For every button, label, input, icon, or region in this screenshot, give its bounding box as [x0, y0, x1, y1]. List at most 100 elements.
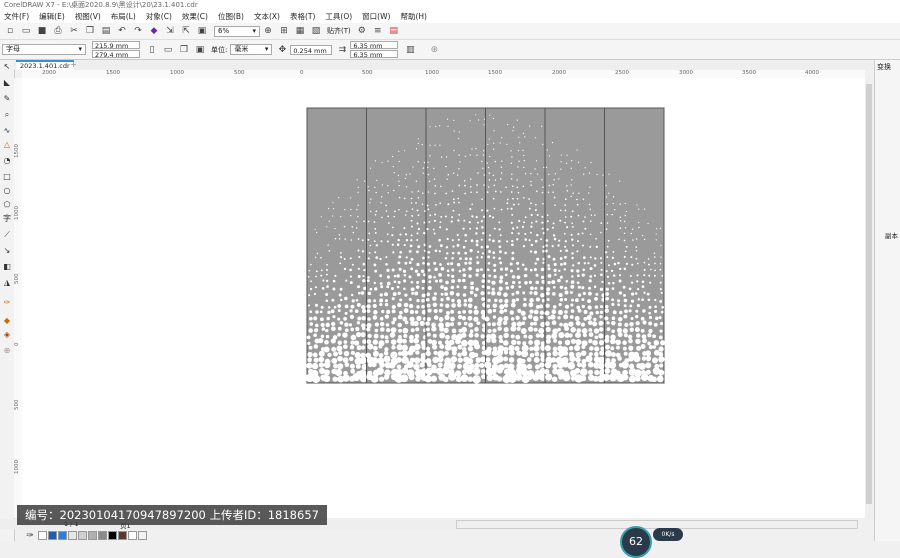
- menu-view[interactable]: 视图(V): [75, 11, 101, 22]
- copy-icon[interactable]: ❐: [84, 25, 96, 37]
- color-swatch[interactable]: [118, 531, 127, 540]
- menu-edit[interactable]: 编辑(E): [39, 11, 65, 22]
- cut-icon[interactable]: ✂: [68, 25, 80, 37]
- app-launcher-icon[interactable]: ≡: [372, 25, 384, 37]
- crop-tool-icon[interactable]: ✎: [2, 94, 12, 104]
- ruler-tick: 0: [300, 70, 304, 76]
- menu-table[interactable]: 表格(T): [290, 11, 315, 22]
- rectangle-tool-icon[interactable]: □: [2, 172, 12, 182]
- units-select[interactable]: 毫米 ▾: [230, 44, 273, 55]
- smart-fill-icon[interactable]: ◔: [2, 156, 12, 166]
- no-color-swatch[interactable]: [38, 531, 47, 540]
- shape-tool-icon[interactable]: ◣: [2, 78, 12, 88]
- ruler-tick: 500: [14, 273, 20, 285]
- show-grid-icon[interactable]: ▦: [294, 25, 306, 37]
- options-icon[interactable]: ⚙: [356, 25, 368, 37]
- color-swatch[interactable]: [48, 531, 57, 540]
- snap-to-menu[interactable]: 贴齐(T): [327, 26, 351, 36]
- menu-help[interactable]: 帮助(H): [400, 11, 427, 22]
- polygon-tool-icon[interactable]: ⬠: [2, 200, 12, 210]
- menu-effects[interactable]: 效果(C): [182, 11, 208, 22]
- save-icon[interactable]: ■: [36, 25, 48, 37]
- units-label: 单位:: [211, 45, 228, 54]
- landscape-icon[interactable]: ▭: [162, 44, 174, 56]
- paste-icon[interactable]: ▤: [100, 25, 112, 37]
- color-swatch[interactable]: [88, 531, 97, 540]
- guidelines-icon[interactable]: ▧: [310, 25, 322, 37]
- duplicate-distance-icon: ⇉: [338, 44, 347, 55]
- zoom-tool-icon[interactable]: ⌕: [2, 110, 12, 120]
- undo-icon[interactable]: ↶: [116, 25, 128, 37]
- drawing-canvas[interactable]: [22, 78, 865, 518]
- property-bar: 字母 ▾ 215.9 mm 279.4 mm ▯ ▭ ❐ ▣ 单位: 毫米 ▾ ✥ …: [0, 40, 900, 60]
- color-swatch[interactable]: [138, 531, 147, 540]
- text-tool-icon[interactable]: 字: [2, 214, 12, 224]
- ellipse-tool-icon[interactable]: ○: [2, 186, 12, 196]
- freehand-tool-icon[interactable]: ∿: [2, 126, 12, 136]
- design-artwork[interactable]: [22, 78, 865, 518]
- ruler-tick: 2000: [552, 70, 566, 76]
- menu-bitmaps[interactable]: 位图(B): [218, 11, 244, 22]
- new-file-icon[interactable]: ▫: [4, 25, 16, 37]
- vertical-scrollbar[interactable]: [865, 78, 873, 518]
- scroll-thumb[interactable]: [866, 84, 872, 504]
- color-swatch[interactable]: [78, 531, 87, 540]
- artistic-media-icon[interactable]: △: [2, 140, 12, 150]
- page-size-select[interactable]: 字母 ▾: [2, 44, 86, 55]
- transparency-icon[interactable]: ◮: [2, 278, 12, 288]
- nudge-distance-field[interactable]: 0.254 mm: [290, 44, 333, 55]
- document-tab-bar: 2023.1.401.cdr +: [14, 60, 874, 70]
- edit-page-icon[interactable]: ▥: [404, 44, 416, 56]
- color-swatch[interactable]: [108, 531, 117, 540]
- export-icon[interactable]: ⇱: [180, 25, 192, 37]
- drop-shadow-icon[interactable]: ◧: [2, 262, 12, 272]
- pick-tool-icon[interactable]: ↖: [2, 62, 12, 72]
- menu-tools[interactable]: 工具(O): [325, 11, 352, 22]
- portrait-icon[interactable]: ▯: [146, 44, 158, 56]
- print-icon[interactable]: ⎙: [52, 25, 64, 37]
- eyedropper-icon[interactable]: ✑: [2, 298, 12, 308]
- color-swatch[interactable]: [58, 531, 67, 540]
- parallel-dimension-icon[interactable]: ⟋: [2, 230, 12, 240]
- menu-window[interactable]: 窗口(W): [362, 11, 390, 22]
- ruler-tick: 1000: [170, 70, 184, 76]
- publish-pdf-icon[interactable]: ▣: [196, 25, 208, 37]
- add-icon[interactable]: ⊕: [428, 44, 440, 56]
- duplicate-y-field[interactable]: 6.35 mm: [350, 50, 399, 59]
- color-swatch[interactable]: [68, 531, 77, 540]
- menu-layout[interactable]: 布局(L): [111, 11, 136, 22]
- eyedropper-icon[interactable]: ✑: [24, 530, 36, 542]
- page-width-field[interactable]: 215.9 mm: [92, 41, 140, 50]
- duplicate-x-field[interactable]: 6.35 mm: [350, 41, 399, 50]
- welcome-screen-icon[interactable]: ▤: [388, 25, 400, 37]
- docker-title[interactable]: 变换: [877, 62, 891, 72]
- zoom-select[interactable]: 6% ▾: [214, 25, 260, 37]
- color-swatch[interactable]: [128, 531, 137, 540]
- ruler-tick: 0: [14, 342, 20, 347]
- add-tool-icon[interactable]: ⊕: [2, 346, 12, 356]
- search-content-icon[interactable]: ◆: [148, 25, 160, 37]
- import-icon[interactable]: ⇲: [164, 25, 176, 37]
- page-height-field[interactable]: 279.4 mm: [92, 50, 140, 59]
- menu-file[interactable]: 文件(F): [4, 11, 29, 22]
- chevron-down-icon: ▾: [264, 45, 269, 53]
- menu-object[interactable]: 对象(C): [146, 11, 172, 22]
- document-tab[interactable]: 2023.1.401.cdr: [16, 60, 74, 70]
- redo-icon[interactable]: ↷: [132, 25, 144, 37]
- ruler-tick: 500: [234, 70, 245, 76]
- menu-text[interactable]: 文本(X): [254, 11, 280, 22]
- connector-tool-icon[interactable]: ↘: [2, 246, 12, 256]
- show-rulers-icon[interactable]: ⊞: [278, 25, 290, 37]
- current-page-icon[interactable]: ▣: [194, 44, 206, 56]
- docker-side-tab[interactable]: 副本: [885, 230, 898, 240]
- full-screen-icon[interactable]: ⊕: [262, 25, 274, 37]
- interactive-fill-icon[interactable]: ◆: [2, 316, 12, 326]
- ruler-tick: 3000: [679, 70, 693, 76]
- speed-badge: 62: [620, 526, 652, 558]
- transform-docker: 变换 副本: [874, 60, 900, 541]
- smart-fill-bucket-icon[interactable]: ◈: [2, 330, 12, 340]
- color-swatch[interactable]: [98, 531, 107, 540]
- add-document-icon[interactable]: +: [70, 60, 77, 70]
- open-file-icon[interactable]: ▭: [20, 25, 32, 37]
- all-pages-icon[interactable]: ❐: [178, 44, 190, 56]
